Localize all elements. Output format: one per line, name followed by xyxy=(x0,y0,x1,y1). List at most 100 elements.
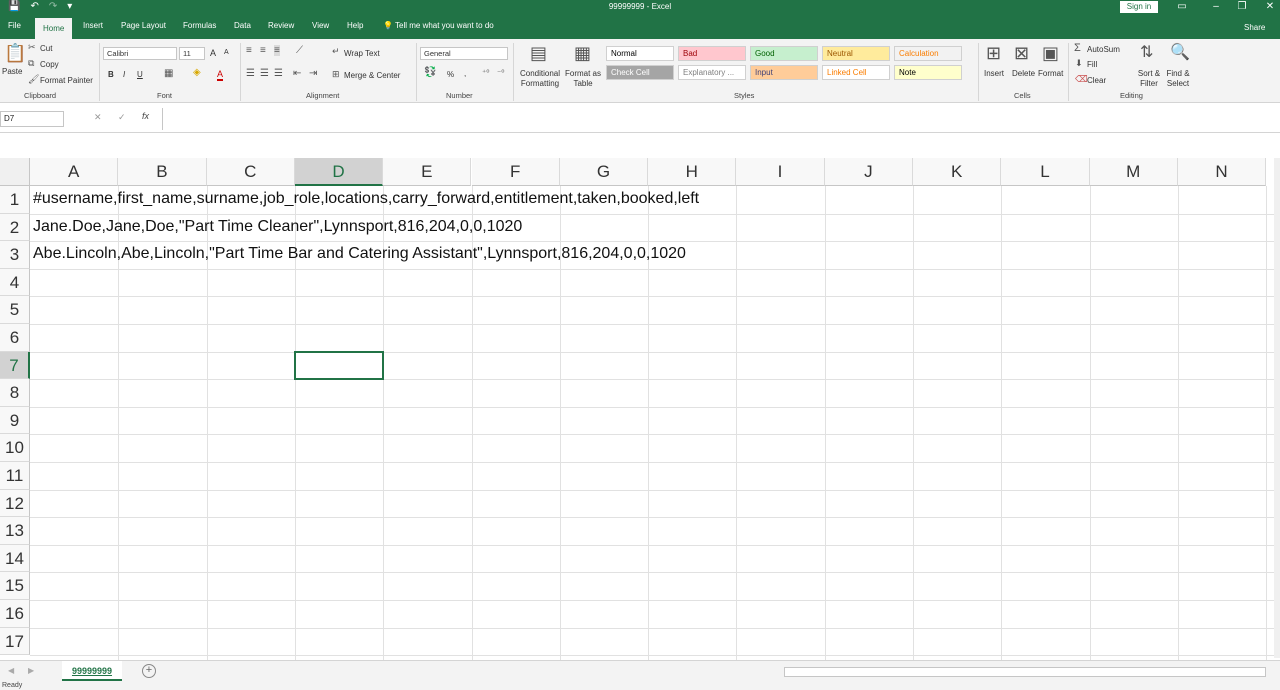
comma-style-button[interactable]: , xyxy=(464,69,466,78)
align-center-icon[interactable]: ☰ xyxy=(260,68,269,79)
cell-style-neutral[interactable]: Neutral xyxy=(822,46,890,61)
name-box[interactable]: D7 xyxy=(0,111,64,127)
cancel-icon[interactable]: ✕ xyxy=(94,112,102,123)
decrease-decimal-icon[interactable]: ⁻⁰ xyxy=(497,68,504,77)
percent-style-button[interactable]: % xyxy=(447,70,454,79)
top-align-icon[interactable]: ≡ xyxy=(246,45,252,56)
cell-a3[interactable]: Abe.Lincoln,Abe,Lincoln,"Part Time Bar a… xyxy=(33,245,686,263)
cell-style-calculation[interactable]: Calculation xyxy=(894,46,962,61)
conditional-formatting-button[interactable]: Conditional Formatting xyxy=(517,69,563,89)
autosum-button[interactable]: AutoSum xyxy=(1087,45,1120,54)
column-header-e[interactable]: E xyxy=(383,158,472,186)
italic-button[interactable]: I xyxy=(123,70,125,79)
fill-color-icon[interactable]: ◈ xyxy=(193,67,201,78)
share-button[interactable]: Share xyxy=(1244,23,1265,32)
row-header-8[interactable]: 8 xyxy=(0,379,30,407)
column-header-g[interactable]: G xyxy=(559,158,649,186)
row-header-10[interactable]: 10 xyxy=(0,434,30,462)
tell-me-search[interactable]: Tell me what you want to do xyxy=(395,21,494,30)
wrap-text-button[interactable]: Wrap Text xyxy=(344,49,380,58)
middle-align-icon[interactable]: ≡ xyxy=(260,45,266,56)
align-right-icon[interactable]: ☰ xyxy=(274,68,283,79)
paste-icon[interactable]: 📋 xyxy=(4,43,26,64)
column-header-b[interactable]: B xyxy=(118,158,207,186)
paste-button[interactable]: Paste xyxy=(2,67,22,76)
font-size-select[interactable]: 11 xyxy=(179,47,205,60)
column-header-n[interactable]: N xyxy=(1177,158,1267,186)
selected-cell[interactable] xyxy=(294,350,385,381)
column-header-h[interactable]: H xyxy=(648,158,737,186)
add-sheet-icon[interactable]: + xyxy=(142,664,156,678)
decrease-indent-icon[interactable]: ⇤ xyxy=(293,68,301,79)
row-header-17[interactable]: 17 xyxy=(0,627,30,656)
grow-font-button[interactable]: A xyxy=(210,48,216,58)
fill-button[interactable]: Fill xyxy=(1087,60,1097,69)
ribbon-display-icon[interactable]: ▭ xyxy=(1172,0,1192,14)
row-header-12[interactable]: 12 xyxy=(0,489,30,518)
cell-style-normal[interactable]: Normal xyxy=(606,46,674,61)
merge-center-button[interactable]: Merge & Center xyxy=(344,71,400,80)
cell-style-note[interactable]: Note xyxy=(894,65,962,80)
column-header-f[interactable]: F xyxy=(471,158,560,186)
cell-a1[interactable]: #username,first_name,surname,job_role,lo… xyxy=(33,190,699,208)
prev-sheet-icon[interactable]: ◀ xyxy=(8,666,14,675)
cell-style-input[interactable]: Input xyxy=(750,65,818,80)
tab-file[interactable]: File xyxy=(8,21,21,30)
cell-a2[interactable]: Jane.Doe,Jane,Doe,"Part Time Cleaner",Ly… xyxy=(33,218,522,236)
font-color-button[interactable]: A xyxy=(217,69,224,81)
tab-home[interactable]: Home xyxy=(35,18,73,39)
row-header-7[interactable]: 7 xyxy=(0,351,30,380)
clear-button[interactable]: Clear xyxy=(1087,76,1106,85)
row-header-14[interactable]: 14 xyxy=(0,544,30,573)
insert-function-icon[interactable]: fx xyxy=(142,111,149,121)
shrink-font-button[interactable]: A xyxy=(224,49,229,56)
cell-style-check-cell[interactable]: Check Cell xyxy=(606,65,674,80)
number-format-select[interactable]: General xyxy=(420,47,508,60)
column-header-j[interactable]: J xyxy=(824,158,913,186)
row-header-13[interactable]: 13 xyxy=(0,517,30,545)
tab-page-layout[interactable]: Page Layout xyxy=(121,21,166,30)
sheet-tab[interactable]: 99999999 xyxy=(62,661,122,681)
row-header-3[interactable]: 3 xyxy=(0,241,30,269)
tab-formulas[interactable]: Formulas xyxy=(183,21,216,30)
row-header-4[interactable]: 4 xyxy=(0,268,30,297)
find-select-button[interactable]: Find & Select xyxy=(1163,69,1193,89)
column-header-c[interactable]: C xyxy=(206,158,295,186)
sign-in-button[interactable]: Sign in xyxy=(1120,1,1158,13)
format-painter-button[interactable]: Format Painter xyxy=(40,76,93,85)
font-name-select[interactable]: Calibri xyxy=(103,47,177,60)
increase-indent-icon[interactable]: ⇥ xyxy=(309,68,317,79)
next-sheet-icon[interactable]: ▶ xyxy=(28,666,34,675)
row-header-2[interactable]: 2 xyxy=(0,213,30,242)
increase-decimal-icon[interactable]: ⁺⁰ xyxy=(482,68,489,77)
row-header-16[interactable]: 16 xyxy=(0,600,30,628)
tab-review[interactable]: Review xyxy=(268,21,294,30)
bottom-align-icon[interactable]: ≡ xyxy=(274,45,280,56)
sort-filter-button[interactable]: Sort & Filter xyxy=(1136,69,1162,89)
format-as-table-button[interactable]: Format as Table xyxy=(565,69,601,89)
row-header-6[interactable]: 6 xyxy=(0,324,30,352)
orientation-icon[interactable]: ⟋ xyxy=(296,45,303,56)
close-icon[interactable]: ✕ xyxy=(1260,0,1280,14)
accounting-format-icon[interactable]: 💱 xyxy=(424,67,436,78)
row-header-9[interactable]: 9 xyxy=(0,406,30,435)
column-header-a[interactable]: A xyxy=(30,158,119,186)
tab-help[interactable]: Help xyxy=(347,21,363,30)
vertical-scrollbar[interactable] xyxy=(1274,158,1280,658)
cell-style-explanatory[interactable]: Explanatory ... xyxy=(678,65,746,80)
row-header-5[interactable]: 5 xyxy=(0,296,30,324)
copy-button[interactable]: Copy xyxy=(40,60,59,69)
underline-button[interactable]: U xyxy=(137,70,143,79)
column-header-i[interactable]: I xyxy=(736,158,825,186)
insert-cells-button[interactable]: Insert xyxy=(984,69,1004,78)
bold-button[interactable]: B xyxy=(108,70,114,79)
minimize-icon[interactable]: – xyxy=(1206,0,1226,14)
tab-data[interactable]: Data xyxy=(234,21,251,30)
column-header-l[interactable]: L xyxy=(1001,158,1090,186)
format-cells-button[interactable]: Format xyxy=(1038,69,1063,78)
cell-style-bad[interactable]: Bad xyxy=(678,46,746,61)
borders-icon[interactable]: ▦ xyxy=(164,68,173,79)
cell-style-linked-cell[interactable]: Linked Cell xyxy=(822,65,890,80)
horizontal-scrollbar[interactable] xyxy=(784,667,1266,677)
column-header-d[interactable]: D xyxy=(294,158,384,186)
